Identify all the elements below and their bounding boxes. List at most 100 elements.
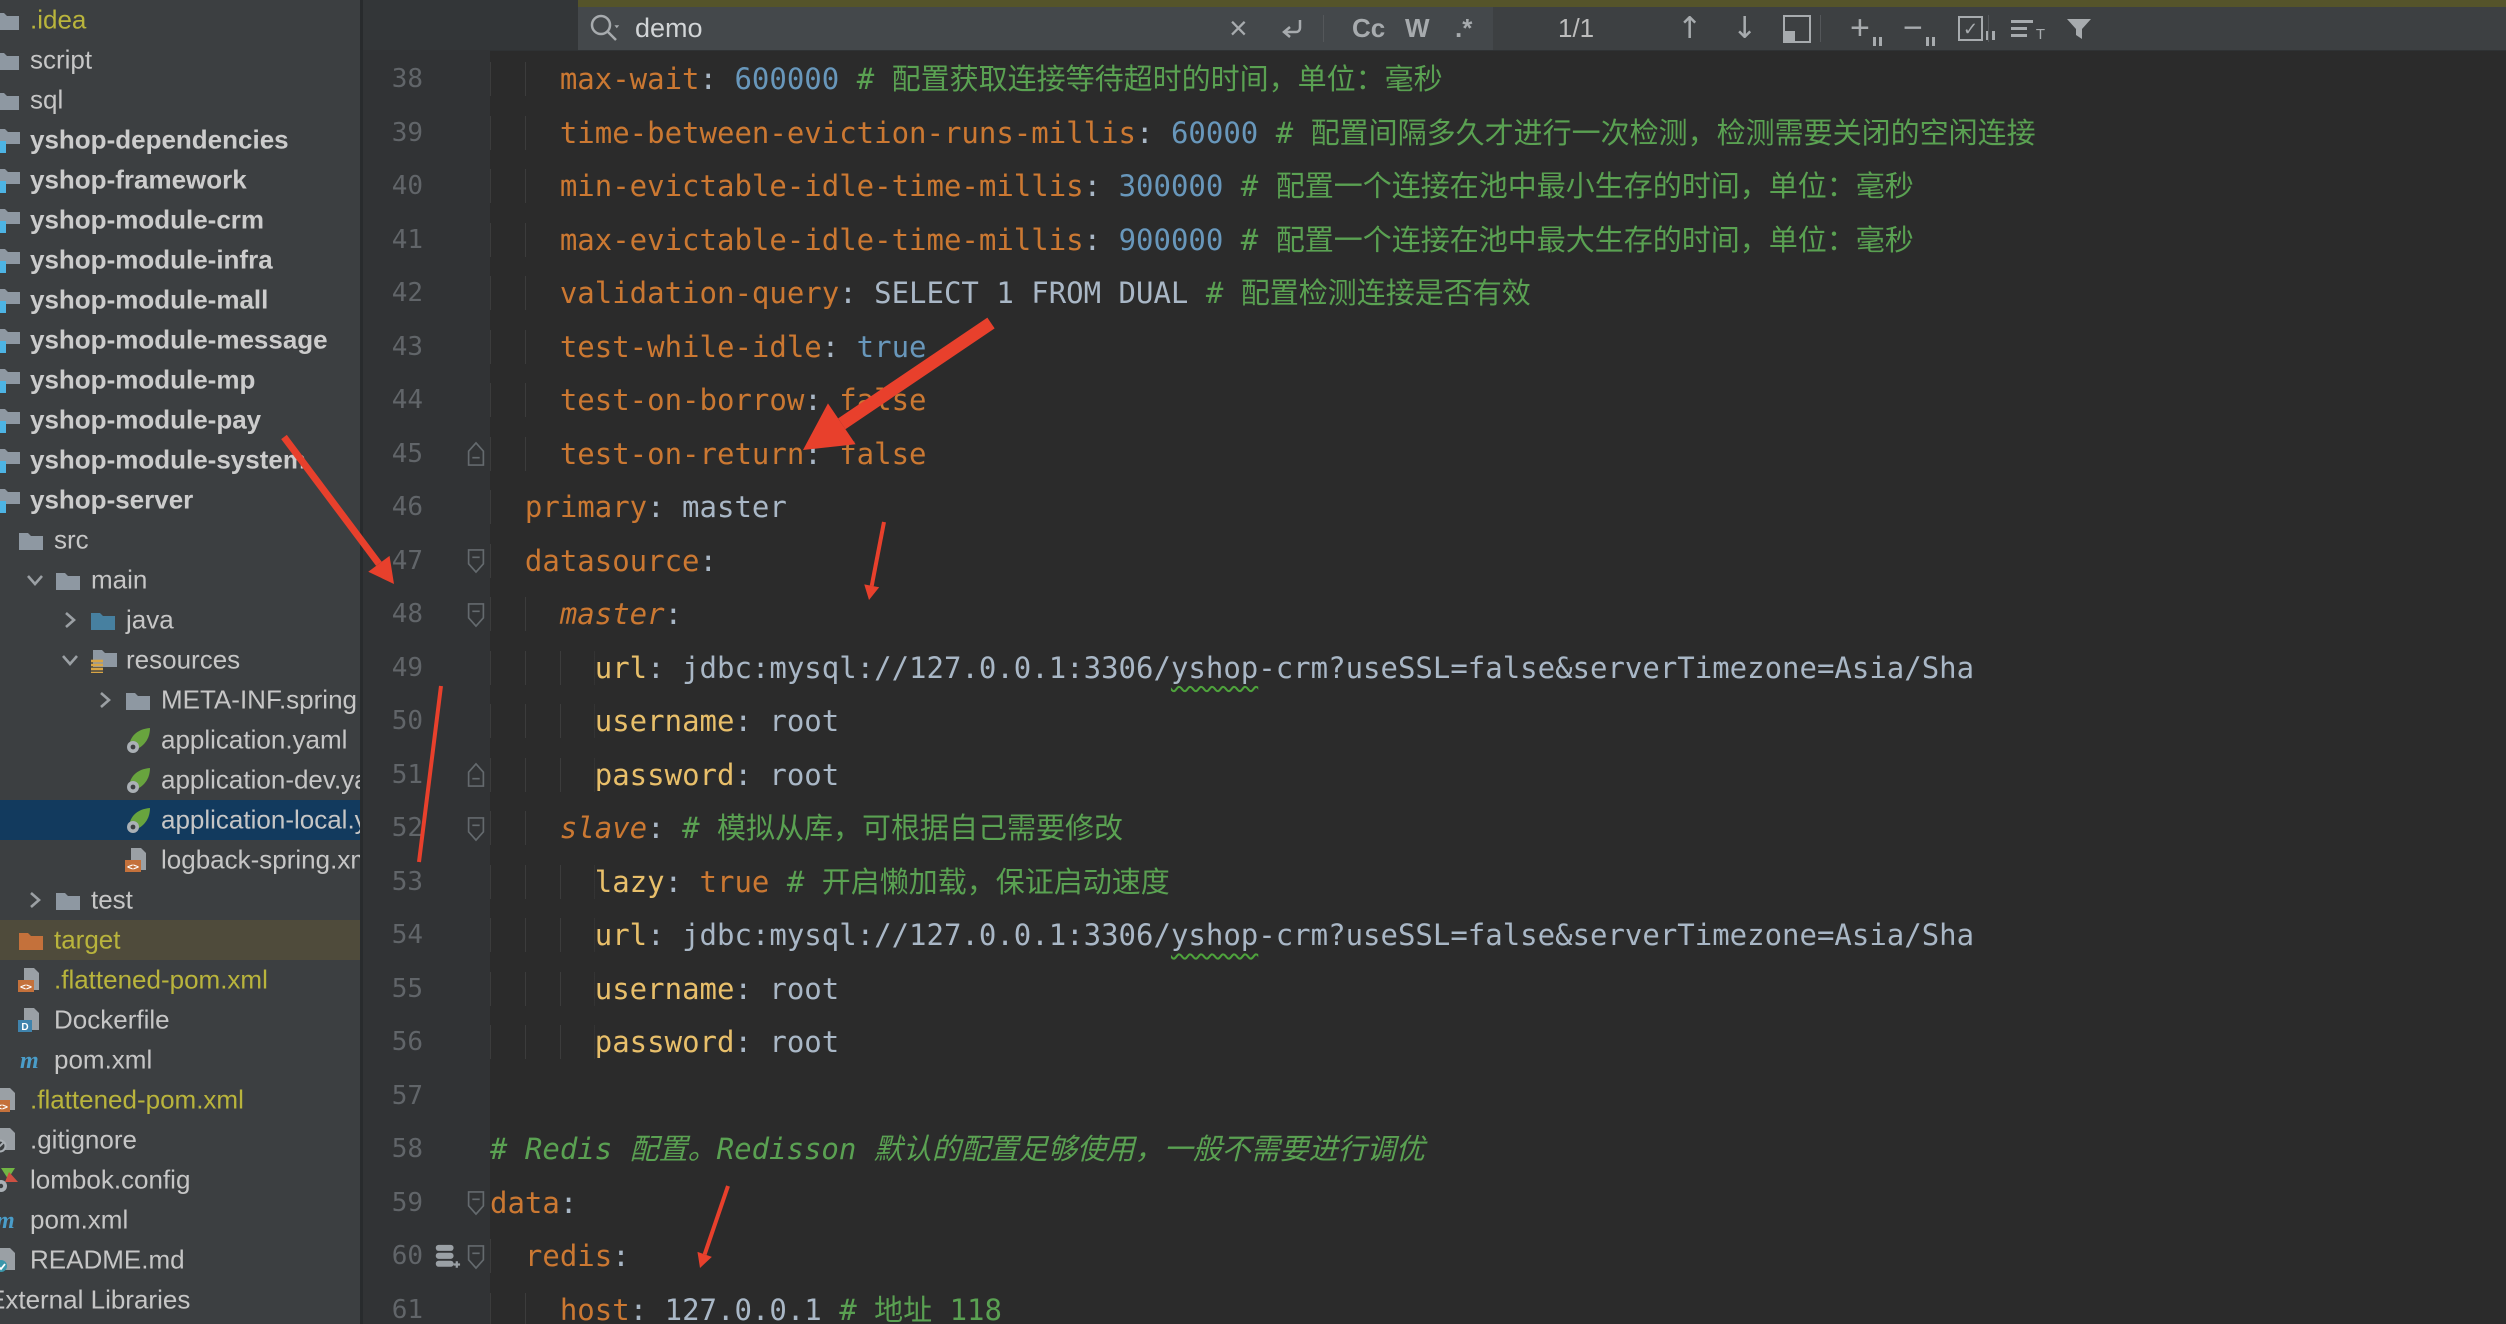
code-line-49[interactable]: 49 url: jdbc:mysql://127.0.0.1:3306/ysho…: [363, 642, 2506, 696]
fold-marker[interactable]: [461, 1230, 490, 1284]
module-icon: [0, 367, 20, 393]
fold-marker[interactable]: [461, 428, 490, 482]
match-case-toggle[interactable]: Cc: [1352, 7, 1385, 50]
code-text: time-between-eviction-runs-millis: 60000…: [490, 107, 2506, 161]
code-line-54[interactable]: 54 url: jdbc:mysql://127.0.0.1:3306/ysho…: [363, 909, 2506, 963]
code-line-45[interactable]: 45 test-on-return: false: [363, 428, 2506, 482]
fold-slot: [461, 1123, 490, 1177]
words-toggle[interactable]: W: [1405, 7, 1430, 50]
fold-marker[interactable]: [461, 802, 490, 856]
code-line-57[interactable]: 57: [363, 1070, 2506, 1124]
tree-item-yshop-dependencies[interactable]: yshop-dependencies: [0, 120, 360, 160]
toggle-occurrences-icon[interactable]: ✓: [1958, 7, 1998, 50]
code-line-39[interactable]: 39 time-between-eviction-runs-millis: 60…: [363, 107, 2506, 161]
code-line-40[interactable]: 40 min-evictable-idle-time-millis: 30000…: [363, 160, 2506, 214]
tree-item-label: yshop-module-crm: [30, 204, 265, 235]
tree-item-yshop-module-message[interactable]: yshop-module-message: [0, 320, 360, 360]
tree-item-flattened-pom-xml[interactable]: <> .flattened-pom.xml: [0, 1080, 360, 1120]
previous-occurrence-icon[interactable]: ↑: [1677, 7, 1702, 50]
tree-item-dockerfile[interactable]: D Dockerfile: [0, 1000, 360, 1040]
code-line-56[interactable]: 56 password: root: [363, 1016, 2506, 1070]
tree-item-yshop-module-mp[interactable]: yshop-module-mp: [0, 360, 360, 400]
tree-item-yshop-module-mall[interactable]: yshop-module-mall: [0, 280, 360, 320]
line-number: 56: [391, 1027, 423, 1057]
code-line-55[interactable]: 55 username: root: [363, 963, 2506, 1017]
regex-toggle[interactable]: .*: [1455, 7, 1472, 50]
code-line-48[interactable]: 48 master:: [363, 588, 2506, 642]
tree-item-resources[interactable]: resources: [0, 640, 360, 680]
code-line-41[interactable]: 41 max-evictable-idle-time-millis: 90000…: [363, 214, 2506, 268]
fold-marker[interactable]: [461, 1177, 490, 1231]
code-line-44[interactable]: 44 test-on-borrow: false: [363, 374, 2506, 428]
folder-icon: [0, 88, 20, 112]
tree-item-flattened-pom-xml[interactable]: <> .flattened-pom.xml: [0, 960, 360, 1000]
code-line-43[interactable]: 43 test-while-idle: true: [363, 321, 2506, 375]
tree-item-script[interactable]: script: [0, 40, 360, 80]
tree-item-src[interactable]: src: [0, 520, 360, 560]
tree-item-meta-inf-spring[interactable]: META-INF.spring: [0, 680, 360, 720]
chevron-right-icon[interactable]: [92, 687, 118, 713]
chevron-down-icon[interactable]: [22, 567, 48, 593]
tree-item-java[interactable]: java: [0, 600, 360, 640]
select-all-occurrences-icon[interactable]: [1783, 7, 1811, 50]
code-line-38[interactable]: 38 max-wait: 600000 # 配置获取连接等待超时的时间，单位：毫…: [363, 53, 2506, 107]
tree-item-idea[interactable]: .idea: [0, 0, 360, 40]
datasource-icon[interactable]: [433, 1230, 461, 1284]
search-icon[interactable]: [588, 7, 622, 50]
code-line-42[interactable]: 42 validation-query: SELECT 1 FROM DUAL …: [363, 267, 2506, 321]
tree-item-label: yshop-module-system: [30, 444, 306, 475]
tree-item-yshop-module-infra[interactable]: yshop-module-infra: [0, 240, 360, 280]
tree-item-yshop-server[interactable]: yshop-server: [0, 480, 360, 520]
search-query[interactable]: demo: [635, 7, 703, 50]
code-line-51[interactable]: 51 password: root: [363, 749, 2506, 803]
tree-item-logback-spring-xml[interactable]: <> logback-spring.xml: [0, 840, 360, 880]
code-line-60[interactable]: 60 redis:: [363, 1230, 2506, 1284]
code-line-59[interactable]: 59 data:: [363, 1177, 2506, 1231]
tree-item-readme-md[interactable]: README.md: [0, 1240, 360, 1280]
close-icon[interactable]: ×: [1229, 7, 1248, 50]
tree-item-yshop-module-pay[interactable]: yshop-module-pay: [0, 400, 360, 440]
tree-item-application-local-yaml[interactable]: application-local.yaml: [0, 800, 360, 840]
remove-occurrence-icon[interactable]: −: [1903, 7, 1938, 50]
tree-item-pom-xml[interactable]: m pom.xml: [0, 1200, 360, 1240]
tree-item-gitignore[interactable]: .gitignore: [0, 1120, 360, 1160]
newline-icon[interactable]: [1278, 7, 1308, 50]
fold-marker[interactable]: [461, 535, 490, 589]
filter-lines-icon[interactable]: T: [2011, 7, 2045, 50]
filter-icon[interactable]: [2063, 7, 2095, 50]
tree-item-label: yshop-server: [30, 484, 194, 515]
line-number: 38: [391, 64, 423, 94]
code-line-46[interactable]: 46 primary: master: [363, 481, 2506, 535]
tree-item-yshop-module-crm[interactable]: yshop-module-crm: [0, 200, 360, 240]
code-text: password: root: [490, 749, 2506, 803]
fold-marker[interactable]: [461, 749, 490, 803]
gutter-icon-slot: [433, 1284, 461, 1324]
tree-item-test[interactable]: test: [0, 880, 360, 920]
code-area[interactable]: 38 max-wait: 600000 # 配置获取连接等待超时的时间，单位：毫…: [363, 50, 2506, 1324]
tree-item-target[interactable]: target: [0, 920, 360, 960]
svg-text:m: m: [20, 1048, 39, 1073]
tree-item-lombok-config[interactable]: lombok.config: [0, 1160, 360, 1200]
tree-item-pom-xml[interactable]: m pom.xml: [0, 1040, 360, 1080]
add-occurrence-icon[interactable]: +: [1850, 7, 1885, 50]
fold-marker[interactable]: [461, 588, 490, 642]
code-text: master:: [490, 588, 2506, 642]
chevron-right-icon[interactable]: [57, 607, 83, 633]
chevron-down-icon[interactable]: [57, 647, 83, 673]
next-occurrence-icon[interactable]: ↓: [1732, 7, 1757, 50]
tree-item-sql[interactable]: sql: [0, 80, 360, 120]
code-line-53[interactable]: 53 lazy: true # 开启懒加载，保证启动速度: [363, 856, 2506, 910]
fold-slot: [461, 695, 490, 749]
code-line-50[interactable]: 50 username: root: [363, 695, 2506, 749]
tree-item-main[interactable]: main: [0, 560, 360, 600]
tree-item-application-yaml[interactable]: application.yaml: [0, 720, 360, 760]
code-line-47[interactable]: 47 datasource:: [363, 535, 2506, 589]
code-line-58[interactable]: 58 # Redis 配置。Redisson 默认的配置足够使用，一般不需要进行调…: [363, 1123, 2506, 1177]
tree-item-external-libraries[interactable]: External Libraries: [0, 1280, 360, 1320]
code-line-61[interactable]: 61 host: 127.0.0.1 # 地址 118: [363, 1284, 2506, 1324]
tree-item-application-dev-yaml[interactable]: application-dev.yaml: [0, 760, 360, 800]
tree-item-yshop-module-system[interactable]: yshop-module-system: [0, 440, 360, 480]
chevron-right-icon[interactable]: [22, 887, 48, 913]
code-line-52[interactable]: 52 slave: # 模拟从库，可根据自己需要修改: [363, 802, 2506, 856]
tree-item-yshop-framework[interactable]: yshop-framework: [0, 160, 360, 200]
